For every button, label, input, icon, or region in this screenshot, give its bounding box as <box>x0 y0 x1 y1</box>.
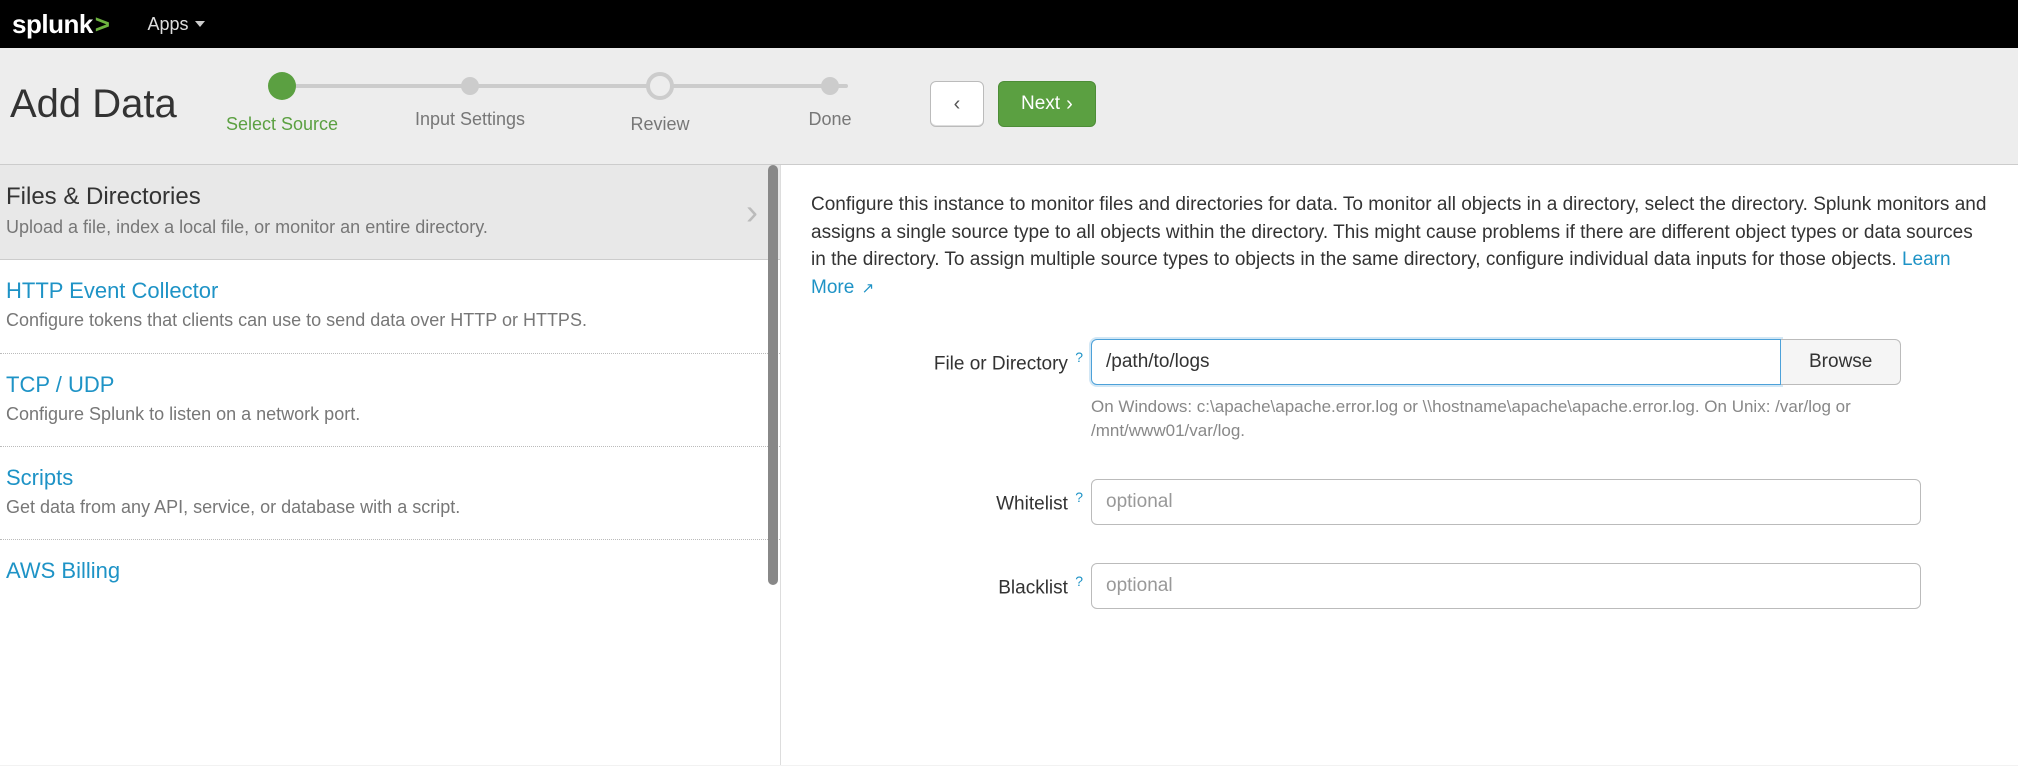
input-group: Browse <box>1091 339 1988 385</box>
sidebar-item-scripts[interactable]: Scripts Get data from any API, service, … <box>0 447 780 540</box>
file-directory-input[interactable] <box>1091 339 1781 385</box>
label-text: Blacklist <box>998 577 1068 598</box>
step-done[interactable]: Done <box>760 70 900 130</box>
chevron-right-icon: › <box>746 191 758 233</box>
page-title: Add Data <box>10 82 210 127</box>
chevron-left-icon: ‹ <box>954 93 961 116</box>
source-title: Scripts <box>6 465 740 491</box>
form-row-file-directory: File or Directory ? Browse On Windows: c… <box>811 339 1988 469</box>
form-field: Browse On Windows: c:\apache\apache.erro… <box>1091 339 1988 469</box>
source-desc: Configure tokens that clients can use to… <box>6 308 740 332</box>
whitelist-input[interactable] <box>1091 479 1921 525</box>
source-desc: Upload a file, index a local file, or mo… <box>6 215 740 239</box>
source-title: HTTP Event Collector <box>6 278 740 304</box>
form-row-blacklist: Blacklist ? <box>811 563 1988 609</box>
blacklist-input[interactable] <box>1091 563 1921 609</box>
step-dot-icon <box>821 77 839 95</box>
logo-caret-icon: > <box>95 9 110 40</box>
label-text: Whitelist <box>996 493 1068 514</box>
content-pane: Configure this instance to monitor files… <box>780 165 2018 765</box>
label-text: File or Directory <box>934 354 1068 375</box>
chevron-right-icon: › <box>1066 93 1073 116</box>
file-directory-label: File or Directory ? <box>811 339 1091 375</box>
step-dot-icon <box>268 72 296 100</box>
step-review[interactable]: Review <box>590 70 730 135</box>
form-field <box>1091 479 1988 553</box>
help-icon[interactable]: ? <box>1075 349 1083 365</box>
logo-text: splunk <box>12 9 93 40</box>
form-row-whitelist: Whitelist ? <box>811 479 1988 553</box>
whitelist-label: Whitelist ? <box>811 479 1091 515</box>
step-label: Done <box>760 109 900 130</box>
step-input-settings[interactable]: Input Settings <box>400 70 540 130</box>
back-button[interactable]: ‹ <box>930 81 984 127</box>
topbar: splunk> Apps <box>0 0 2018 48</box>
source-title: TCP / UDP <box>6 372 740 398</box>
source-title: Files & Directories <box>6 183 740 211</box>
source-title: AWS Billing <box>6 558 740 584</box>
apps-menu[interactable]: Apps <box>147 14 204 35</box>
content-description: Configure this instance to monitor files… <box>811 191 1988 301</box>
help-icon[interactable]: ? <box>1075 489 1083 505</box>
apps-menu-label: Apps <box>147 14 188 35</box>
sidebar-item-files-directories[interactable]: Files & Directories Upload a file, index… <box>0 165 780 260</box>
step-dot-icon <box>646 72 674 100</box>
file-directory-hint: On Windows: c:\apache\apache.error.log o… <box>1091 395 1921 443</box>
help-icon[interactable]: ? <box>1075 573 1083 589</box>
scrollbar-thumb[interactable] <box>768 165 778 585</box>
nav-buttons: ‹ Next › <box>930 81 1096 127</box>
blacklist-label: Blacklist ? <box>811 563 1091 599</box>
next-button-label: Next <box>1021 93 1060 115</box>
page-header: Add Data Select Source Input Settings Re… <box>0 48 2018 165</box>
sidebar-scrollbar[interactable] <box>766 165 780 765</box>
browse-button[interactable]: Browse <box>1781 339 1901 385</box>
source-desc: Configure Splunk to listen on a network … <box>6 402 740 426</box>
form-field <box>1091 563 1988 609</box>
step-label: Input Settings <box>400 109 540 130</box>
chevron-down-icon <box>195 21 205 27</box>
external-link-icon: ↗ <box>862 280 875 297</box>
sidebar-item-tcp-udp[interactable]: TCP / UDP Configure Splunk to listen on … <box>0 354 780 447</box>
description-text: Configure this instance to monitor files… <box>811 194 1986 270</box>
source-desc: Get data from any API, service, or datab… <box>6 495 740 519</box>
sidebar: Files & Directories Upload a file, index… <box>0 165 780 765</box>
step-dot-icon <box>461 77 479 95</box>
splunk-logo: splunk> <box>12 9 109 40</box>
stepper: Select Source Input Settings Review Done <box>270 70 860 138</box>
main: Files & Directories Upload a file, index… <box>0 165 2018 765</box>
next-button[interactable]: Next › <box>998 81 1096 127</box>
sidebar-item-aws-billing[interactable]: AWS Billing <box>0 540 780 608</box>
step-label: Select Source <box>212 114 352 135</box>
step-select-source[interactable]: Select Source <box>212 70 352 135</box>
sidebar-item-http-event-collector[interactable]: HTTP Event Collector Configure tokens th… <box>0 260 780 353</box>
step-label: Review <box>590 114 730 135</box>
